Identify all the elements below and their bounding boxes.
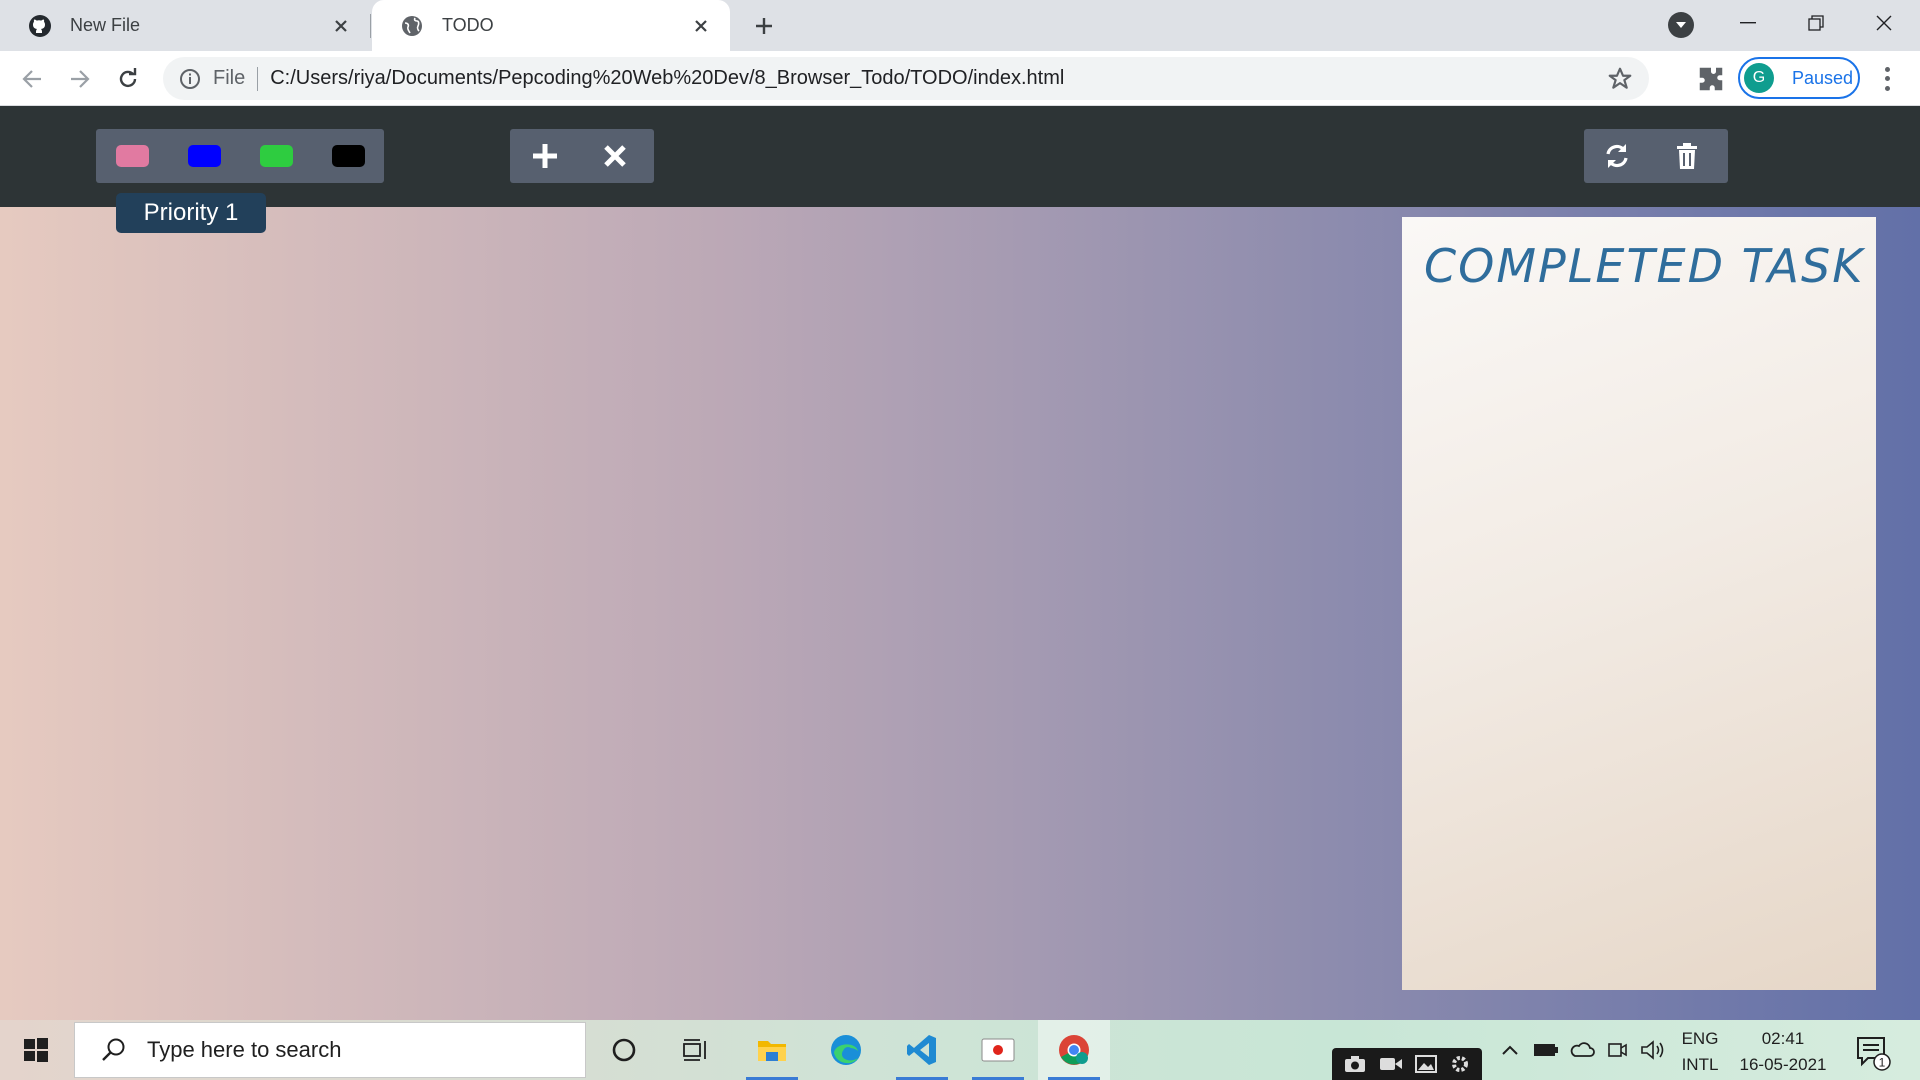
filter-black-swatch[interactable] xyxy=(332,145,365,167)
language-code: ENG xyxy=(1681,1029,1719,1048)
notification-count: 1 xyxy=(1879,1056,1886,1070)
cortana-circle-icon xyxy=(612,1038,636,1062)
search-icon xyxy=(102,1038,125,1061)
tab-title: TODO xyxy=(442,15,494,35)
github-icon xyxy=(28,14,52,38)
info-icon[interactable] xyxy=(179,68,201,90)
reload-button[interactable] xyxy=(112,63,144,95)
search-placeholder: Type here to search xyxy=(147,1037,342,1062)
restore-button[interactable] xyxy=(1782,0,1850,46)
minimize-button[interactable] xyxy=(1714,0,1782,46)
show-hidden-icons[interactable] xyxy=(1494,1020,1526,1080)
battery-icon xyxy=(1534,1044,1558,1056)
edge-browser-button[interactable] xyxy=(810,1020,882,1080)
meet-now-icon xyxy=(1608,1043,1627,1057)
tab-todo[interactable]: TODO xyxy=(372,0,730,51)
completed-task-title: COMPLETED TASK xyxy=(1424,239,1865,293)
clock-date: 16-05-2021 xyxy=(1739,1055,1827,1074)
window-close-button[interactable] xyxy=(1850,0,1918,46)
vscode-icon xyxy=(907,1035,936,1065)
cortana-button[interactable] xyxy=(588,1020,660,1080)
tab-title: New File xyxy=(70,15,141,35)
plus-icon[interactable] xyxy=(530,141,560,171)
extensions-puzzle-icon[interactable] xyxy=(1696,64,1726,94)
tab-new-file[interactable]: New File xyxy=(0,0,370,51)
settings-gear-icon[interactable] xyxy=(1450,1054,1470,1074)
browser-tab-strip: New File TODO xyxy=(0,0,1920,51)
volume-tray[interactable] xyxy=(1636,1020,1670,1080)
input-language[interactable]: ENG INTL xyxy=(1680,1026,1720,1078)
avatar: G xyxy=(1744,63,1774,93)
screen-recorder-button[interactable] xyxy=(962,1020,1034,1080)
folder-icon xyxy=(758,1041,786,1061)
completed-task-panel: COMPLETED TASK xyxy=(1402,217,1876,990)
taskbar: Type here to search ENG INTL 02:41 16-05… xyxy=(0,1020,1920,1080)
close-icon[interactable] xyxy=(600,141,630,171)
chrome-icon xyxy=(1059,1035,1089,1065)
video-icon[interactable] xyxy=(1379,1056,1403,1072)
filter-green-swatch[interactable] xyxy=(260,145,293,167)
tab-separator xyxy=(370,14,371,38)
url-text[interactable]: C:/Users/riya/Documents/Pepcoding%20Web%… xyxy=(270,67,1607,90)
chevron-up-icon xyxy=(1502,1045,1518,1055)
browser-toolbar: File C:/Users/riya/Documents/Pepcoding%2… xyxy=(0,51,1920,106)
todo-page: Priority 1 COMPLETED TASK xyxy=(0,106,1920,1020)
back-button[interactable] xyxy=(16,63,48,95)
tab-close-icon[interactable] xyxy=(690,15,712,37)
tab-close-icon[interactable] xyxy=(330,15,352,37)
priority-tooltip: Priority 1 xyxy=(116,193,266,233)
new-tab-button[interactable] xyxy=(748,10,780,42)
taskbar-search[interactable]: Type here to search xyxy=(74,1022,586,1078)
gallery-icon[interactable] xyxy=(1415,1055,1438,1073)
filter-blue-swatch[interactable] xyxy=(188,145,221,167)
tab-search-button[interactable] xyxy=(1668,12,1694,38)
recorder-icon xyxy=(981,1038,1015,1062)
file-explorer-button[interactable] xyxy=(736,1020,808,1080)
windows-logo-icon xyxy=(24,1038,48,1062)
chrome-button[interactable] xyxy=(1038,1020,1110,1080)
tools-panel xyxy=(1584,129,1728,183)
system-clock[interactable]: 02:41 16-05-2021 xyxy=(1728,1026,1838,1078)
notification-center-icon[interactable]: 1 xyxy=(1852,1032,1892,1072)
scheme-label: File xyxy=(213,67,246,89)
keyboard-layout: INTL xyxy=(1681,1055,1719,1074)
bookmark-star-icon[interactable] xyxy=(1607,66,1633,92)
battery-tray[interactable] xyxy=(1530,1020,1562,1080)
forward-button[interactable] xyxy=(64,63,96,95)
app-toolbar xyxy=(0,106,1920,207)
globe-icon xyxy=(400,14,424,38)
vscode-button[interactable] xyxy=(886,1020,958,1080)
camera-icon[interactable] xyxy=(1344,1055,1366,1073)
clock-time: 02:41 xyxy=(1761,1029,1805,1048)
browser-menu-icon[interactable] xyxy=(1874,65,1900,93)
profile-button[interactable]: G Paused xyxy=(1738,57,1860,99)
action-panel xyxy=(510,129,654,183)
scheme-divider xyxy=(257,66,259,91)
onedrive-tray[interactable] xyxy=(1566,1020,1598,1080)
meet-now-tray[interactable] xyxy=(1602,1020,1632,1080)
task-view-button[interactable] xyxy=(660,1020,732,1080)
priority-filter-panel xyxy=(96,129,384,183)
windows-start-button[interactable] xyxy=(0,1020,72,1080)
refresh-icon[interactable] xyxy=(1602,141,1632,171)
edge-icon xyxy=(831,1035,861,1065)
speaker-icon xyxy=(1641,1040,1664,1060)
cloud-icon xyxy=(1570,1042,1595,1057)
address-bar[interactable]: File C:/Users/riya/Documents/Pepcoding%2… xyxy=(163,57,1649,100)
filter-pink-swatch[interactable] xyxy=(116,145,149,167)
profile-status: Paused xyxy=(1792,67,1854,88)
capture-toolbar xyxy=(1332,1048,1482,1080)
trash-icon[interactable] xyxy=(1672,141,1702,171)
task-view-icon xyxy=(683,1039,706,1061)
